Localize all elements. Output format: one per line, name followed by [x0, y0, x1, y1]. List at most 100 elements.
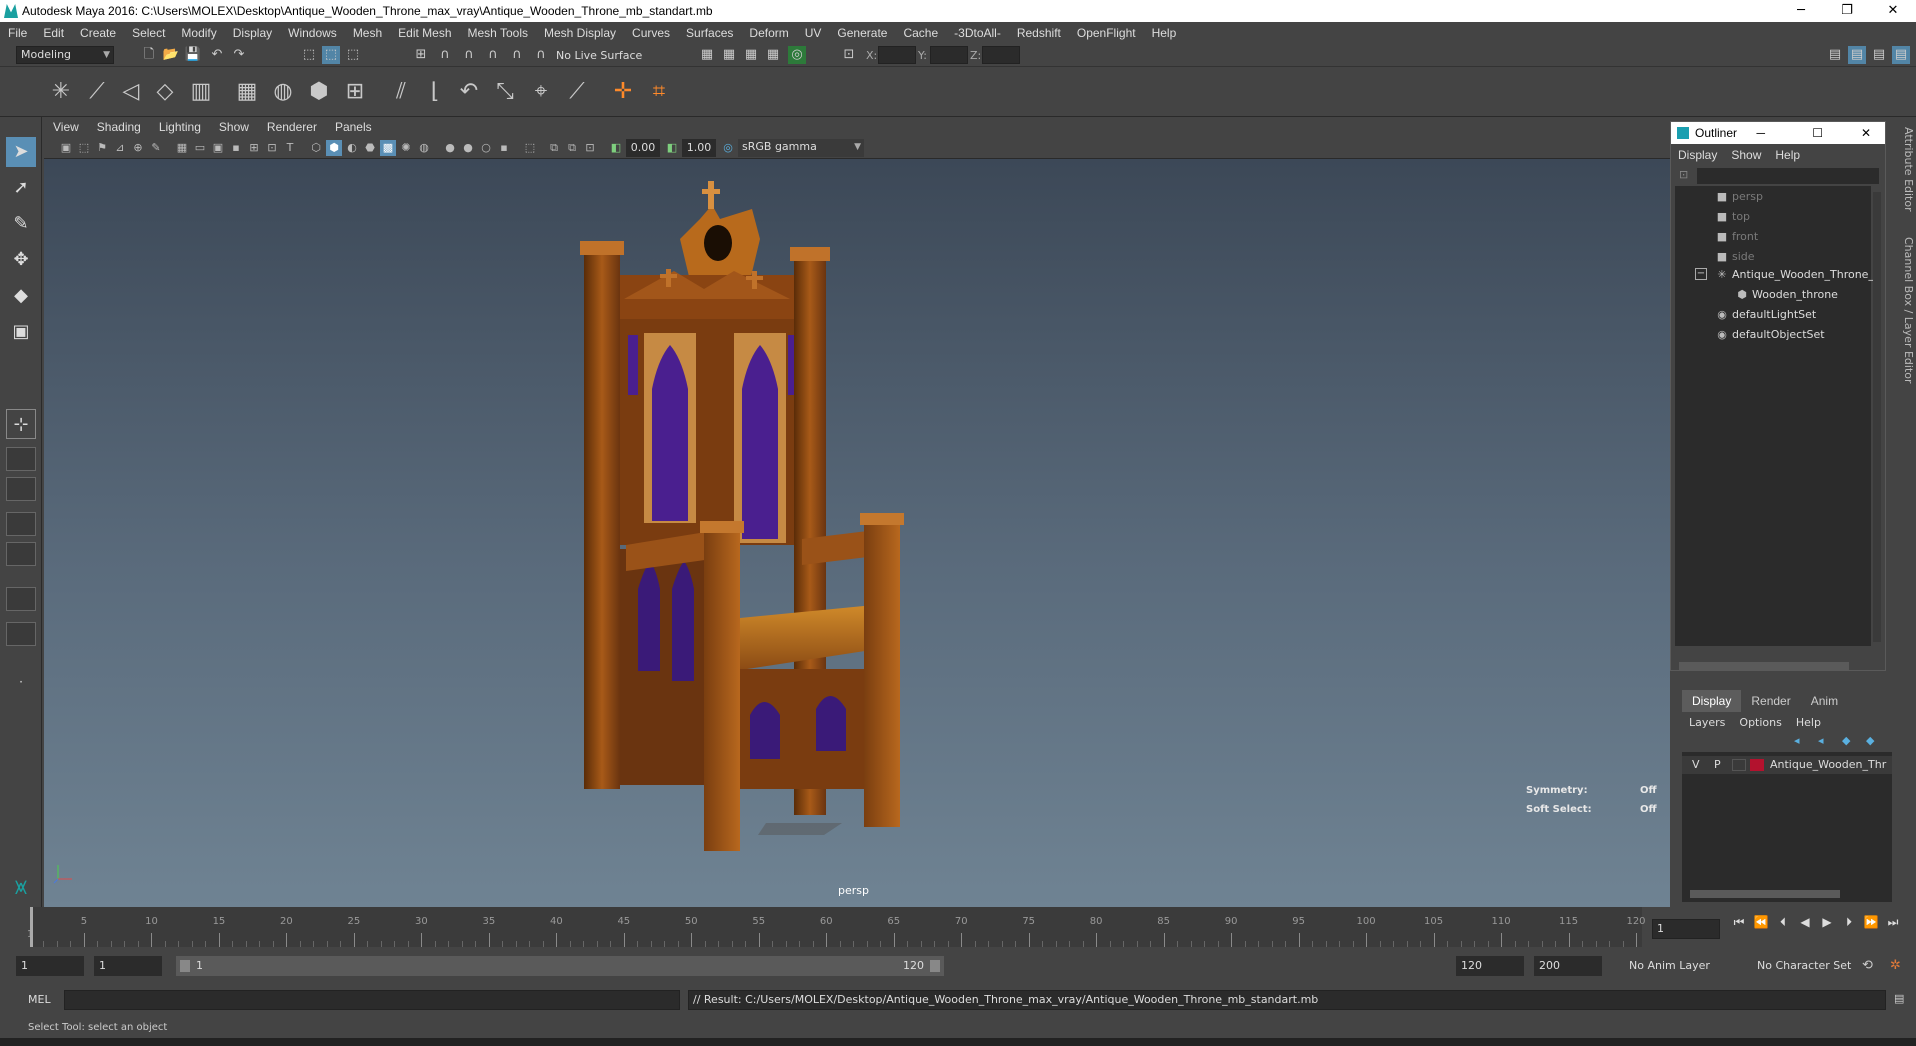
render-view-icon[interactable]: ▦: [764, 46, 782, 64]
bridge-icon[interactable]: ◇: [150, 77, 180, 107]
default-material-icon[interactable]: ◐: [344, 140, 360, 156]
safe-action-icon[interactable]: ⊡: [264, 140, 280, 156]
menu-uv[interactable]: UV: [797, 26, 830, 40]
more-tools-icon[interactable]: ·: [6, 667, 36, 697]
show-manipulator-icon[interactable]: ⊹: [6, 409, 36, 439]
select-tool-icon[interactable]: ➤: [6, 137, 36, 167]
bookmark-icon[interactable]: ⚑: [94, 140, 110, 156]
vp-menu-show[interactable]: Show: [210, 120, 258, 134]
playback-end-field[interactable]: 120: [1456, 956, 1524, 976]
step-back-key-icon[interactable]: ⏪: [1752, 915, 1770, 929]
outliner-menu-show[interactable]: Show: [1724, 148, 1768, 162]
motion-blur-icon[interactable]: ●: [460, 140, 476, 156]
append-icon[interactable]: ▥: [186, 77, 216, 107]
menu-redshift[interactable]: Redshift: [1009, 26, 1069, 40]
outliner-vertical-scrollbar[interactable]: [1873, 192, 1881, 642]
extrude-icon[interactable]: ⟋: [82, 77, 112, 107]
menu-openflight[interactable]: OpenFlight: [1069, 26, 1144, 40]
layer-name[interactable]: Antique_Wooden_Thr: [1770, 756, 1886, 774]
snap-curve-icon[interactable]: ∩: [436, 46, 454, 64]
single-perspective-layout-icon[interactable]: [6, 447, 36, 471]
z-field[interactable]: [982, 46, 1020, 64]
polygon-axis-icon[interactable]: ✳: [46, 77, 76, 107]
outliner-item-antique-wooden-throne[interactable]: ✳ Antique_Wooden_Throne_: [1715, 266, 1874, 284]
ipr-render-icon[interactable]: ▦: [742, 46, 760, 64]
undo-icon[interactable]: ↶: [208, 46, 226, 64]
menu-display[interactable]: Display: [225, 26, 280, 40]
wireframe-icon[interactable]: ⬡: [308, 140, 324, 156]
maya-home-icon[interactable]: ⩙: [6, 873, 36, 903]
select-component-icon[interactable]: ⬚: [344, 46, 362, 64]
scale-tool-icon[interactable]: ▣: [6, 317, 36, 347]
anti-aliasing-icon[interactable]: ○: [478, 140, 494, 156]
layer-menu-options[interactable]: Options: [1732, 714, 1788, 732]
camera-attributes-icon[interactable]: ⬚: [76, 140, 92, 156]
xray-joints-icon[interactable]: ⧉: [564, 140, 580, 156]
menu-mesh-tools[interactable]: Mesh Tools: [460, 26, 536, 40]
safe-title-icon[interactable]: T: [282, 140, 298, 156]
snap-point-icon[interactable]: ∩: [460, 46, 478, 64]
bake-pivot-icon[interactable]: ⌗: [644, 77, 674, 107]
outliner-item-default-object-set[interactable]: ◉ defaultObjectSet: [1715, 326, 1824, 344]
menu-windows[interactable]: Windows: [280, 26, 345, 40]
layer-row[interactable]: V P Antique_Wooden_Thr: [1682, 756, 1892, 774]
vp-menu-shading[interactable]: Shading: [88, 120, 150, 134]
play-forwards-icon[interactable]: ▶: [1818, 915, 1836, 929]
menu-generate[interactable]: Generate: [829, 26, 895, 40]
2d-pan-zoom-icon[interactable]: ⊕: [130, 140, 146, 156]
outliner-item-wooden-throne[interactable]: ⬢ Wooden_throne: [1735, 286, 1838, 304]
outliner-item-default-light-set[interactable]: ◉ defaultLightSet: [1715, 306, 1816, 324]
layer-menu-help[interactable]: Help: [1789, 714, 1828, 732]
snap-grid-icon[interactable]: ⊞: [412, 46, 430, 64]
menu-mesh[interactable]: Mesh: [345, 26, 390, 40]
render-settings-icon[interactable]: ▦: [698, 46, 716, 64]
step-back-frame-icon[interactable]: ⏴: [1774, 915, 1792, 930]
layer-color-swatch[interactable]: [1750, 759, 1764, 771]
restore-button[interactable]: ❐: [1824, 0, 1870, 22]
vp-menu-renderer[interactable]: Renderer: [258, 120, 326, 134]
open-scene-icon[interactable]: 📂: [162, 46, 180, 64]
minimize-button[interactable]: ─: [1778, 0, 1824, 22]
four-view-layout-icon[interactable]: [6, 477, 36, 501]
graph-layout-icon[interactable]: [6, 542, 36, 566]
save-scene-icon[interactable]: 💾: [184, 46, 202, 64]
vp-menu-view[interactable]: View: [44, 120, 88, 134]
insert-edge-loop-icon[interactable]: ⫽: [386, 77, 416, 107]
rotate-tool-icon[interactable]: ◆: [6, 281, 36, 311]
layer-visibility-toggle[interactable]: V: [1692, 756, 1700, 774]
menu-surfaces[interactable]: Surfaces: [678, 26, 741, 40]
new-layer-selected-icon[interactable]: ◆: [1866, 734, 1874, 747]
outliner-item-side[interactable]: ■ side: [1715, 248, 1755, 266]
input-mode-icon[interactable]: ⊡: [840, 46, 858, 64]
wireframe-on-shaded-icon[interactable]: ⬣: [362, 140, 378, 156]
x-field[interactable]: [878, 46, 916, 64]
menu-select[interactable]: Select: [124, 26, 173, 40]
menu-create[interactable]: Create: [72, 26, 124, 40]
uv-layout-icon[interactable]: [6, 622, 36, 646]
snap-view-icon[interactable]: ∩: [484, 46, 502, 64]
new-scene-icon[interactable]: 🗋: [140, 46, 158, 64]
outliner-close-icon[interactable]: ✕: [1861, 126, 1871, 140]
color-management-icon[interactable]: ◎: [720, 140, 736, 156]
xray-components-icon[interactable]: ⊡: [582, 140, 598, 156]
exposure-icon[interactable]: ◧: [608, 140, 624, 156]
hypershade-layout-icon[interactable]: [6, 587, 36, 611]
camera-select-icon[interactable]: ▣: [58, 140, 74, 156]
film-gate-icon[interactable]: ▭: [192, 140, 208, 156]
menu-edit[interactable]: Edit: [35, 26, 72, 40]
outliner-menu-display[interactable]: Display: [1671, 148, 1724, 162]
move-layer-down-icon[interactable]: ◂: [1818, 734, 1824, 747]
range-bar[interactable]: 1 120: [176, 956, 944, 976]
character-set-dropdown[interactable]: No Character Set: [1752, 956, 1862, 976]
target-weld-icon[interactable]: ⤡: [490, 77, 520, 107]
textured-icon[interactable]: ▩: [380, 140, 396, 156]
range-start-handle[interactable]: [180, 960, 190, 972]
render-frame-icon[interactable]: ▦: [720, 46, 738, 64]
multicut-icon[interactable]: ▦: [232, 77, 262, 107]
anim-layer-dropdown[interactable]: No Anim Layer: [1624, 956, 1734, 976]
3d-scene[interactable]: persp Symmetry: Off Soft Select: Off: [44, 159, 1670, 907]
close-button[interactable]: ✕: [1870, 0, 1916, 22]
toggle-tool-settings-icon[interactable]: ▤: [1870, 46, 1888, 64]
menu-help[interactable]: Help: [1144, 26, 1185, 40]
range-end-handle[interactable]: [930, 960, 940, 972]
